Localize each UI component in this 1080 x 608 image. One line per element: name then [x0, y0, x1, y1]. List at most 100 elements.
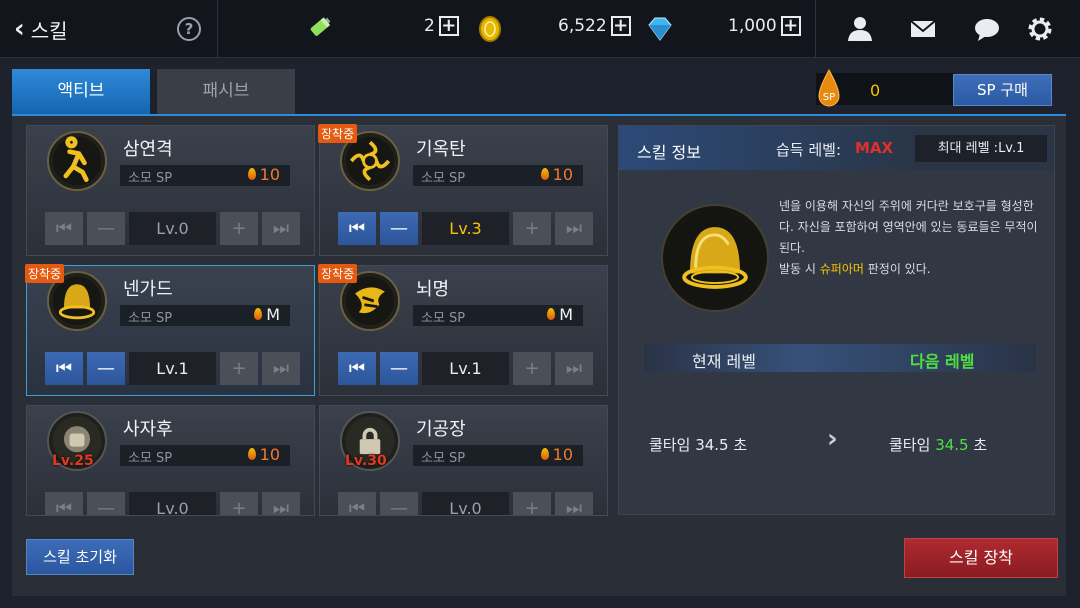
max-level: 최대 레벨 :Lv.1: [915, 135, 1047, 162]
sp-cost: 10: [247, 445, 280, 464]
first-level-button[interactable]: ⏮: [45, 212, 83, 245]
divider: [815, 0, 816, 58]
sp-cost-bar: 소모 SP 10: [413, 165, 583, 186]
skill-info-panel: 스킬 정보 습득 레벨: MAX 최대 레벨 :Lv.1 넨을 이용해 자신의 …: [618, 125, 1055, 515]
sp-value: 0: [870, 81, 881, 100]
sp-cost-bar: 소모 SP 10: [120, 165, 290, 186]
description-text: 판정이 있다.: [863, 262, 931, 276]
gold-value: 2: [424, 16, 435, 36]
max-level-button[interactable]: ⏭: [262, 352, 300, 385]
max-level-button[interactable]: ⏭: [262, 492, 300, 515]
chevron-right-icon: ›: [827, 424, 838, 454]
level-controls: ⏮ — Lv.1 + ⏭: [45, 352, 300, 385]
learn-level-value: MAX: [855, 139, 894, 157]
first-level-button[interactable]: ⏮: [338, 492, 376, 515]
description-text: 발동 시: [779, 262, 820, 276]
skill-card-4[interactable]: 장착중 뇌명 소모 SP M ⏮ — Lv.1 + ⏭: [318, 264, 608, 396]
minus-button[interactable]: —: [87, 212, 125, 245]
first-level-button[interactable]: ⏮: [45, 352, 83, 385]
flame-icon: [254, 308, 263, 320]
minus-button[interactable]: —: [87, 352, 125, 385]
skill-name: 넨가드: [123, 279, 173, 300]
flame-icon: [547, 308, 556, 320]
minus-button[interactable]: —: [380, 212, 418, 245]
cooldown-label: 쿨타임: [889, 436, 931, 454]
level-value: Lv.0: [129, 212, 216, 245]
description-line-2: 발동 시 슈퍼아머 판정이 있다.: [779, 259, 1047, 280]
currency-value: 1,000: [728, 16, 777, 36]
skill-card-6[interactable]: Lv.30 기공장 소모 SP 10 ⏮ — Lv.0 + ⏭: [319, 405, 608, 516]
unlock-level: Lv.25: [52, 453, 94, 469]
level-value: Lv.0: [129, 492, 216, 515]
plus-button[interactable]: +: [513, 352, 551, 385]
learn-level-label: 습득 레벨:: [776, 141, 842, 159]
max-level-button[interactable]: ⏭: [555, 492, 593, 515]
sp-cost-label: 소모 SP: [128, 451, 173, 466]
next-cooldown: 쿨타임 34.5 초: [889, 434, 987, 455]
skill-card-2[interactable]: 장착중 기옥탄 소모 SP 10 ⏮ — Lv.3 + ⏭: [318, 124, 608, 256]
skill-equip-button[interactable]: 스킬 장착: [904, 538, 1058, 578]
plus-button[interactable]: +: [220, 212, 258, 245]
sp-cost: 10: [540, 445, 573, 464]
plus-button[interactable]: +: [513, 492, 551, 515]
skill-info-header: 스킬 정보 습득 레벨: MAX 최대 레벨 :Lv.1: [619, 126, 1054, 170]
super-armor-text: 슈퍼아머: [819, 262, 864, 276]
sp-cost-value: 10: [259, 165, 280, 184]
minus-button[interactable]: —: [380, 492, 418, 515]
first-level-button[interactable]: ⏮: [45, 492, 83, 515]
plus-button[interactable]: +: [220, 352, 258, 385]
skill-card-5[interactable]: Lv.25 사자후 소모 SP 10 ⏮ — Lv.0 + ⏭: [26, 405, 315, 516]
max-level-button[interactable]: ⏭: [555, 212, 593, 245]
skill-info-title: 스킬 정보: [637, 143, 701, 162]
add-currency-button[interactable]: +: [780, 16, 801, 36]
skill-reset-button[interactable]: 스킬 초기화: [26, 539, 134, 575]
level-controls: ⏮ — Lv.3 + ⏭: [338, 212, 593, 245]
gold-coin-icon: [479, 16, 501, 42]
skill-card-1[interactable]: 삼연격 소모 SP 10 ⏮ — Lv.0 + ⏭: [26, 125, 315, 256]
chevron-left-icon: ‹: [14, 14, 25, 44]
first-level-button[interactable]: ⏮: [338, 352, 376, 385]
settings-icon[interactable]: [1025, 14, 1055, 44]
level-value: Lv.3: [422, 212, 509, 245]
currency-counter: 1,000 +: [728, 16, 801, 36]
first-level-button[interactable]: ⏮: [338, 212, 376, 245]
friend-icon[interactable]: [845, 14, 875, 44]
back-button[interactable]: ‹ 스킬: [14, 14, 68, 44]
minus-button[interactable]: —: [380, 352, 418, 385]
max-level-button[interactable]: ⏭: [262, 212, 300, 245]
sp-buy-button[interactable]: SP 구매: [953, 74, 1052, 106]
chat-icon[interactable]: [972, 14, 1002, 44]
tab-passive[interactable]: 패시브: [157, 69, 295, 114]
skill-name: 기옥탄: [416, 139, 466, 160]
skill-card-3[interactable]: 장착중 넨가드 소모 SP M ⏮ — Lv.1 + ⏭: [25, 264, 315, 396]
tab-active[interactable]: 액티브: [12, 69, 150, 114]
mail-icon[interactable]: [908, 14, 938, 44]
sp-cost-value: 10: [552, 445, 573, 464]
gold-counter: 2 +: [424, 16, 459, 36]
cooldown-value: 34.5: [935, 436, 969, 454]
gem-icon: [648, 17, 672, 41]
level-value: Lv.1: [129, 352, 216, 385]
plus-button[interactable]: +: [220, 492, 258, 515]
equipped-badge: 장착중: [318, 124, 358, 143]
flame-icon: [540, 448, 549, 460]
help-icon[interactable]: ?: [177, 17, 201, 41]
max-level-button[interactable]: ⏭: [555, 352, 593, 385]
gem-counter: 6,522 +: [558, 16, 631, 36]
level-controls: ⏮ — Lv.0 + ⏭: [45, 492, 300, 515]
description-line-1: 넨을 이용해 자신의 주위에 커다란 보호구를 형성한다. 자신을 포함하여 영…: [779, 199, 1038, 255]
sp-cost-bar: 소모 SP 10: [413, 445, 583, 466]
unlock-level: Lv.30: [345, 453, 387, 469]
battery-icon: [310, 17, 331, 36]
add-gem-button[interactable]: +: [610, 16, 631, 36]
add-gold-button[interactable]: +: [438, 16, 459, 36]
skill-name: 삼연격: [123, 139, 173, 160]
plus-button[interactable]: +: [513, 212, 551, 245]
current-level-label: 현재 레벨: [692, 352, 756, 371]
sp-cost: 10: [540, 165, 573, 184]
flame-icon: [247, 168, 256, 180]
minus-button[interactable]: —: [87, 492, 125, 515]
nen-guard-icon: [661, 204, 769, 312]
skill-name: 뇌명: [416, 279, 450, 300]
sp-cost-label: 소모 SP: [128, 311, 173, 326]
